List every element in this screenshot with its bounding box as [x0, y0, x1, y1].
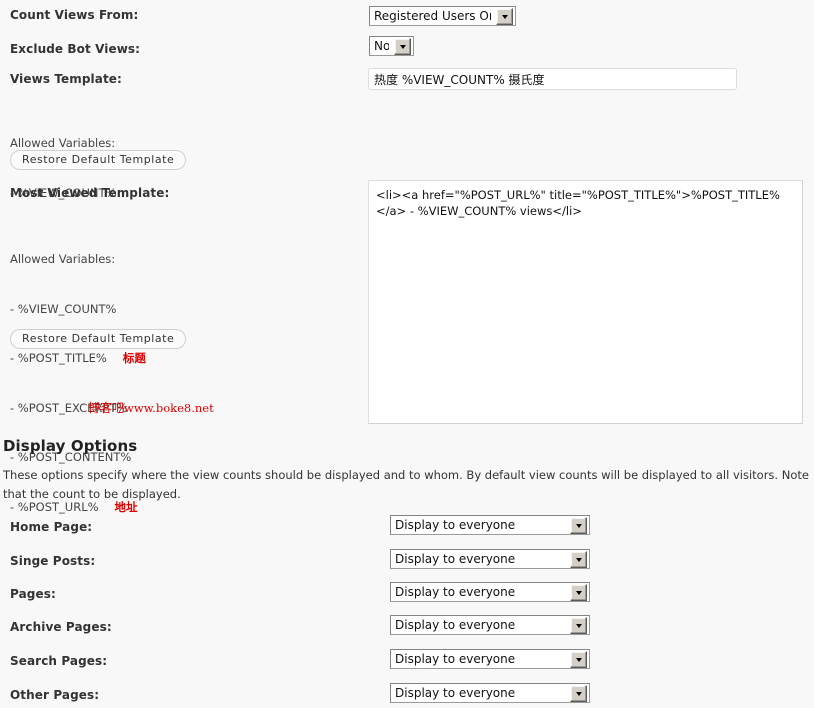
count-views-from-select[interactable]: Registered Users Only: [369, 6, 516, 26]
other-pages-value: Display to everyone: [395, 686, 516, 700]
search-pages-select[interactable]: Display to everyone: [390, 649, 590, 669]
pages-select[interactable]: Display to everyone: [390, 582, 590, 602]
restore-most-viewed-default-template-button[interactable]: Restore Default Template: [10, 329, 187, 349]
archive-pages-label: Archive Pages:: [10, 620, 112, 634]
pages-value: Display to everyone: [395, 585, 516, 599]
most-viewed-template-label: Most Viewed Template:: [10, 186, 170, 200]
chevron-down-icon[interactable]: [570, 616, 587, 634]
allowed-variable-name: - %VIEW_COUNT%: [10, 301, 117, 316]
count-views-from-label: Count Views From:: [10, 8, 139, 22]
views-template-label: Views Template:: [10, 72, 122, 86]
chevron-down-icon[interactable]: [570, 550, 587, 568]
chevron-down-icon[interactable]: [496, 7, 513, 25]
display-options-heading: Display Options: [3, 437, 138, 455]
exclude-bot-views-value: No: [374, 39, 389, 53]
allowed-variable-item: - %VIEW_COUNT%: [10, 301, 146, 318]
site-watermark: 博客吧www.boke8.net: [88, 399, 214, 416]
chevron-down-icon[interactable]: [570, 516, 587, 534]
chevron-down-icon[interactable]: [394, 37, 411, 55]
singe-posts-value: Display to everyone: [395, 552, 516, 566]
most-viewed-template-textarea[interactable]: <li><a href="%POST_URL%" title="%POST_TI…: [368, 180, 803, 424]
chevron-down-icon[interactable]: [570, 583, 587, 601]
home-page-value: Display to everyone: [395, 518, 516, 532]
archive-pages-select[interactable]: Display to everyone: [390, 615, 590, 635]
display-options-description: These options specify where the view cou…: [3, 468, 809, 501]
count-views-from-value: Registered Users Only: [374, 9, 491, 23]
singe-posts-label: Singe Posts:: [10, 554, 96, 568]
singe-posts-select[interactable]: Display to everyone: [390, 549, 590, 569]
allowed-variables-heading: Allowed Variables:: [10, 252, 116, 266]
home-page-select[interactable]: Display to everyone: [390, 515, 590, 535]
chevron-down-icon[interactable]: [570, 650, 587, 668]
allowed-variable-annotation: 标题: [122, 351, 146, 365]
archive-pages-value: Display to everyone: [395, 618, 516, 632]
allowed-variable-name: - %POST_TITLE%: [10, 351, 107, 365]
chevron-down-icon[interactable]: [570, 684, 587, 702]
search-pages-value: Display to everyone: [395, 652, 516, 666]
exclude-bot-views-label: Exclude Bot Views:: [10, 42, 141, 56]
home-page-label: Home Page:: [10, 520, 93, 534]
other-pages-select[interactable]: Display to everyone: [390, 683, 590, 703]
restore-views-default-template-button[interactable]: Restore Default Template: [10, 150, 187, 170]
watermark-cjk: 博客吧: [88, 401, 125, 415]
pages-label: Pages:: [10, 587, 56, 601]
other-pages-label: Other Pages:: [10, 688, 100, 702]
allowed-variable-item: - %POST_TITLE% 标题: [10, 350, 146, 367]
search-pages-label: Search Pages:: [10, 654, 108, 668]
watermark-url: www.boke8.net: [124, 401, 214, 415]
exclude-bot-views-select[interactable]: No: [369, 36, 414, 56]
views-template-input[interactable]: [368, 68, 737, 90]
